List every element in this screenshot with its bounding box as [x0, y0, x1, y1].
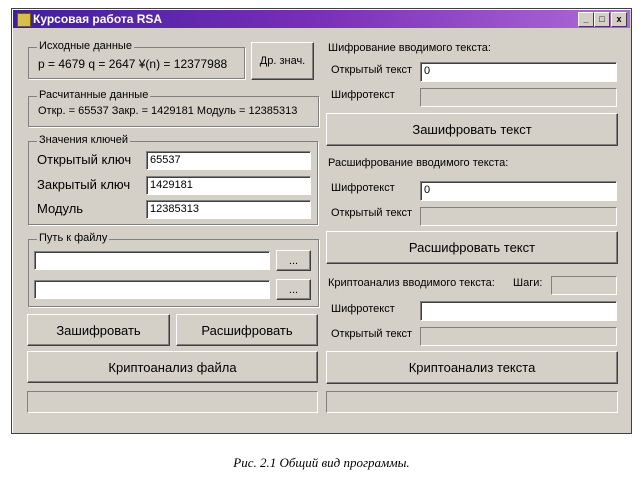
crypto-text-heading: Криптоанализ вводимого текста: — [328, 277, 495, 289]
browse-button-1[interactable]: ... — [276, 250, 311, 271]
steps-label: Шаги: — [513, 277, 543, 289]
steps-output — [551, 276, 617, 295]
decrypt-text-heading: Расшифрование вводимого текста: — [328, 157, 509, 169]
encrypt-plain-input[interactable]: 0 — [420, 62, 617, 82]
main-window: Курсовая работа RSA _ □ x Исходные данны… — [11, 8, 632, 434]
figure-caption: Рис. 2.1 Общий вид программы. — [233, 455, 410, 470]
file-path-legend: Путь к файлу — [37, 232, 110, 244]
modulus-input[interactable]: 12385313 — [146, 200, 311, 219]
file-path-input-2[interactable] — [34, 280, 270, 299]
browse-button-2[interactable]: ... — [276, 279, 311, 300]
source-data-group: Исходные данные p = 4679 q = 2647 ¥(n) =… — [28, 40, 245, 79]
cryptanalysis-file-button[interactable]: Криптоанализ файла — [27, 351, 318, 383]
key-values-legend: Значения ключей — [37, 134, 131, 146]
open-key-label: Открытый ключ — [37, 152, 132, 167]
file-path-input-1[interactable] — [34, 251, 270, 270]
crypto-cipher-input[interactable] — [420, 301, 617, 321]
computed-data-legend: Расчитанные данные — [37, 89, 151, 101]
file-status-bar — [27, 391, 318, 413]
computed-data-values: Откр. = 65537 Закр. = 1429181 Модуль = 1… — [38, 105, 298, 117]
close-button[interactable]: x — [611, 12, 627, 27]
maximize-button[interactable]: □ — [594, 12, 610, 27]
encrypt-cipher-label: Шифротекст — [331, 89, 395, 101]
decrypt-file-button[interactable]: Расшифровать — [176, 314, 318, 346]
encrypt-text-button[interactable]: Зашифровать текст — [326, 113, 618, 146]
encrypt-file-button[interactable]: Зашифровать — [27, 314, 170, 346]
window-title: Курсовая работа RSA — [33, 12, 163, 26]
decrypt-plain-label: Открытый текст — [331, 207, 413, 219]
computed-data-group: Расчитанные данные Откр. = 65537 Закр. =… — [28, 89, 319, 127]
open-key-input[interactable]: 65537 — [146, 151, 311, 170]
app-icon — [17, 13, 31, 27]
key-values-group: Значения ключей Открытый ключ 65537 Закр… — [28, 134, 318, 225]
other-values-button[interactable]: Др. знач. — [251, 42, 314, 80]
decrypt-cipher-input[interactable]: 0 — [420, 181, 617, 201]
encrypt-text-heading: Шифрование вводимого текста: — [328, 42, 491, 54]
cryptanalysis-text-button[interactable]: Криптоанализ текста — [326, 351, 618, 384]
title-bar[interactable]: Курсовая работа RSA _ □ x — [13, 10, 630, 28]
crypto-plain-output — [420, 327, 617, 346]
file-path-group: Путь к файлу ... ... — [28, 232, 319, 307]
source-data-legend: Исходные данные — [37, 40, 134, 52]
text-status-bar — [326, 391, 618, 413]
decrypt-plain-output — [420, 207, 617, 226]
decrypt-cipher-label: Шифротекст — [331, 182, 395, 194]
modulus-label: Модуль — [37, 201, 84, 216]
minimize-button[interactable]: _ — [578, 12, 594, 27]
encrypt-cipher-output — [420, 88, 617, 107]
crypto-plain-label: Открытый текст — [331, 328, 413, 340]
closed-key-input[interactable]: 1429181 — [146, 176, 311, 195]
crypto-cipher-label: Шифротекст — [331, 303, 395, 315]
closed-key-label: Закрытый ключ — [37, 177, 131, 192]
decrypt-text-button[interactable]: Расшифровать текст — [326, 231, 618, 264]
source-data-values: p = 4679 q = 2647 ¥(n) = 12377988 — [38, 57, 228, 71]
encrypt-plain-label: Открытый текст — [331, 64, 413, 76]
